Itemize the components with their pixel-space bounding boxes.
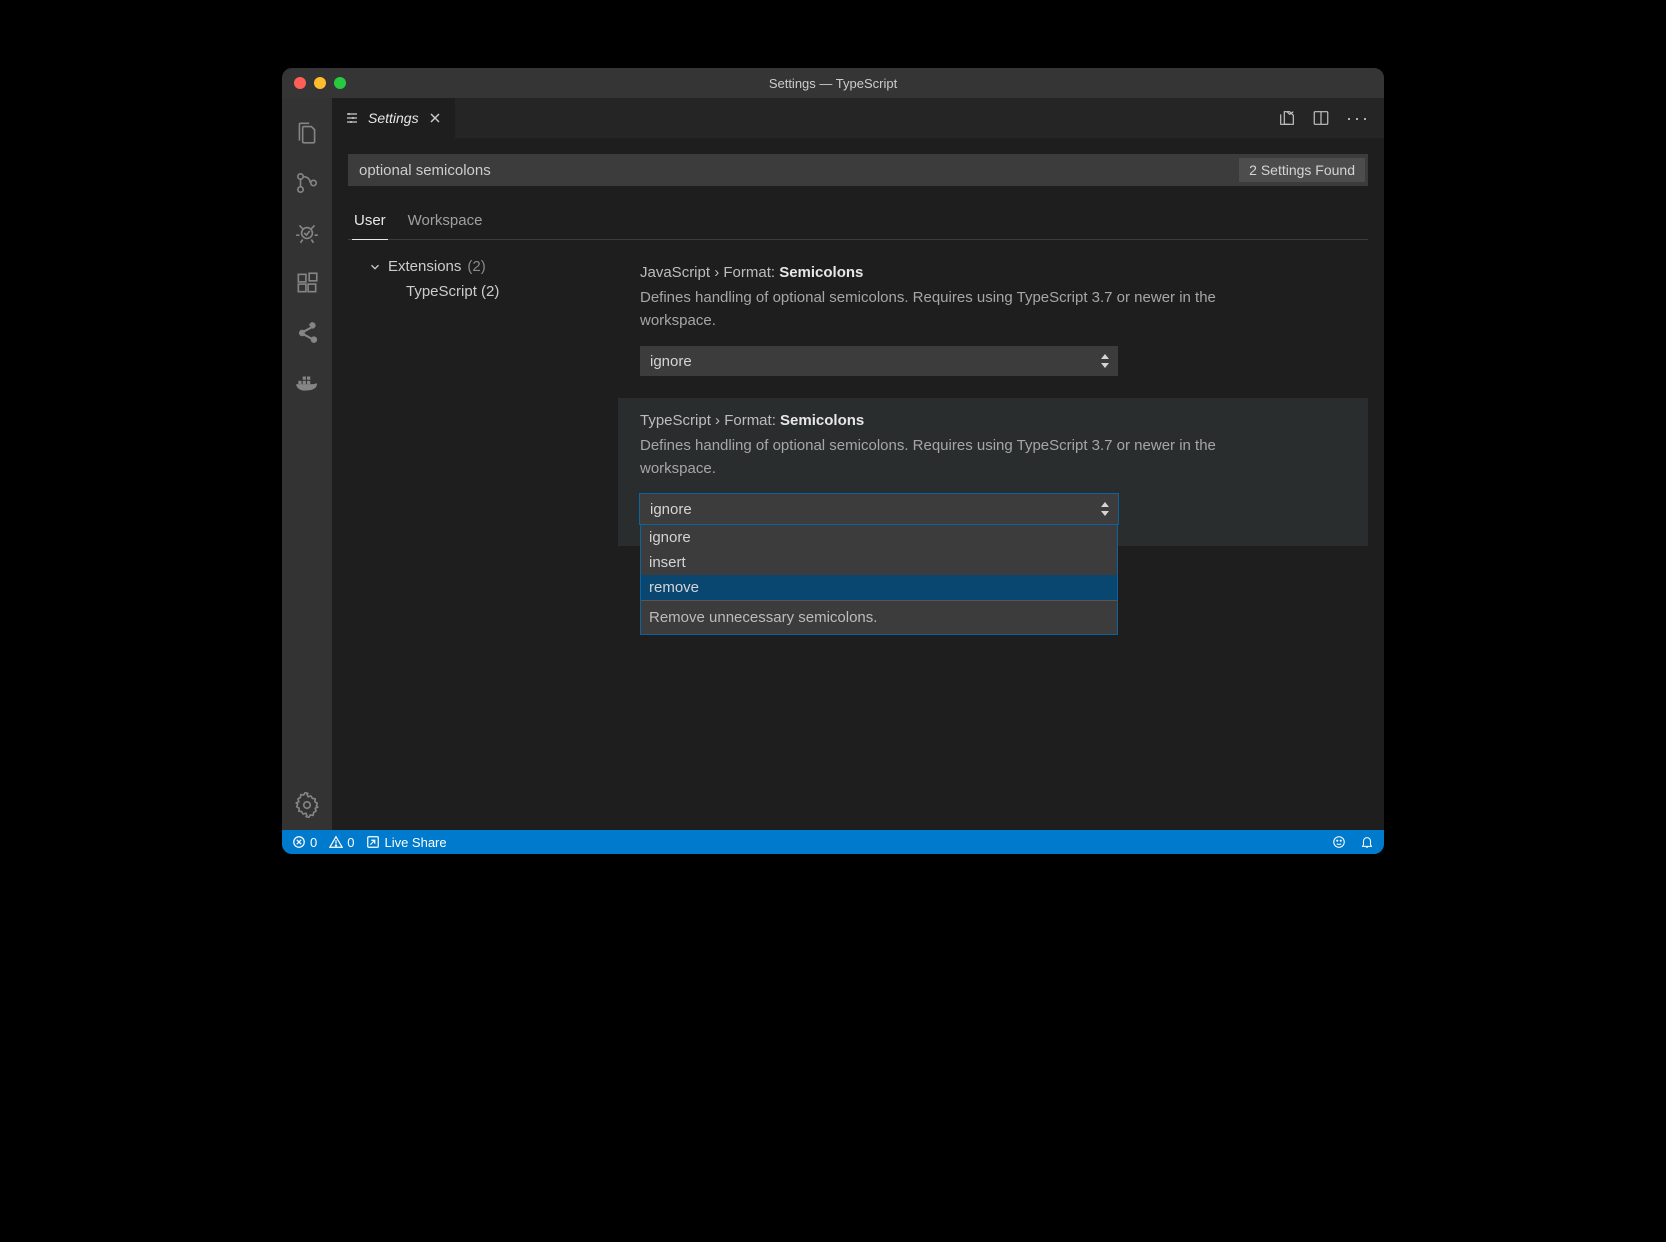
main-area: Settings ··· 2 Settings Found User Works… [282, 98, 1384, 830]
setting-value: ignore [650, 501, 692, 518]
settings-gear-icon[interactable] [282, 780, 332, 830]
close-icon[interactable] [427, 110, 443, 126]
live-share-status-icon [366, 835, 380, 849]
window-minimize-button[interactable] [314, 77, 326, 89]
settings-editor: 2 Settings Found User Workspace Extensio… [332, 138, 1384, 830]
split-editor-icon[interactable] [1312, 109, 1330, 127]
window-maximize-button[interactable] [334, 77, 346, 89]
chevron-down-icon [368, 260, 382, 274]
status-errors[interactable]: 0 [292, 835, 317, 850]
settings-columns: Extensions (2) TypeScript (2) JavaScript… [348, 240, 1368, 830]
setting-dropdown: ignore insert remove Remove unnecessary … [640, 524, 1118, 635]
setting-value: ignore [650, 353, 692, 370]
bell-icon[interactable] [1360, 835, 1374, 849]
settings-search-input[interactable] [349, 162, 1237, 179]
toc-extensions[interactable]: Extensions (2) [348, 254, 618, 279]
status-bar: 0 0 Live Share [282, 830, 1384, 854]
tab-actions: ··· [1278, 98, 1384, 138]
scope-tab-workspace[interactable]: Workspace [406, 206, 485, 239]
setting-description: Defines handling of optional semicolons.… [640, 287, 1280, 332]
live-share-icon[interactable] [282, 308, 332, 358]
status-warnings-count: 0 [347, 835, 354, 850]
select-caret-icon [1100, 502, 1110, 516]
status-live-share[interactable]: Live Share [366, 835, 446, 850]
source-control-icon[interactable] [282, 158, 332, 208]
more-actions-icon[interactable]: ··· [1346, 108, 1370, 129]
titlebar: Settings — TypeScript [282, 68, 1384, 98]
tab-label: Settings [368, 110, 419, 126]
settings-result-count: 2 Settings Found [1239, 158, 1365, 182]
setting-typescript-format-semicolons: TypeScript › Format: Semicolons Defines … [618, 398, 1368, 546]
debug-icon[interactable] [282, 208, 332, 258]
setting-select[interactable]: ignore [640, 494, 1118, 524]
select-caret-icon [1100, 354, 1110, 368]
status-warnings[interactable]: 0 [329, 835, 354, 850]
status-errors-count: 0 [310, 835, 317, 850]
settings-scope-tabs: User Workspace [348, 206, 1368, 240]
status-live-share-label: Live Share [384, 835, 446, 850]
setting-select[interactable]: ignore [640, 346, 1118, 376]
docker-icon[interactable] [282, 358, 332, 408]
toc-typescript[interactable]: TypeScript (2) [348, 279, 618, 304]
error-icon [292, 835, 306, 849]
setting-title: TypeScript › Format: Semicolons [640, 412, 1346, 429]
scope-tab-user[interactable]: User [352, 206, 388, 240]
window-close-button[interactable] [294, 77, 306, 89]
activity-bar [282, 98, 332, 830]
dropdown-hint: Remove unnecessary semicolons. [641, 601, 1117, 634]
toc-extensions-count: (2) [467, 258, 485, 275]
extensions-icon[interactable] [282, 258, 332, 308]
dropdown-option-insert[interactable]: insert [641, 550, 1117, 575]
feedback-icon[interactable] [1332, 835, 1346, 849]
setting-description: Defines handling of optional semicolons.… [640, 435, 1280, 480]
tab-settings[interactable]: Settings [332, 98, 455, 138]
setting-name: Semicolons [780, 412, 864, 429]
dropdown-option-ignore[interactable]: ignore [641, 525, 1117, 550]
settings-list: JavaScript › Format: Semicolons Defines … [618, 240, 1368, 830]
settings-search-row: 2 Settings Found [348, 154, 1368, 186]
setting-title: JavaScript › Format: Semicolons [640, 264, 1346, 281]
traffic-lights [294, 77, 346, 89]
setting-breadcrumb: TypeScript › Format: [640, 412, 780, 429]
dropdown-option-remove[interactable]: remove [641, 575, 1117, 600]
setting-name: Semicolons [779, 264, 863, 281]
setting-javascript-format-semicolons: JavaScript › Format: Semicolons Defines … [618, 250, 1368, 398]
editor-content: Settings ··· 2 Settings Found User Works… [332, 98, 1384, 830]
settings-list-icon [344, 110, 360, 126]
window-title: Settings — TypeScript [282, 76, 1384, 91]
open-settings-json-icon[interactable] [1278, 109, 1296, 127]
explorer-icon[interactable] [282, 108, 332, 158]
setting-breadcrumb: JavaScript › Format: [640, 264, 779, 281]
toc-typescript-count: (2) [481, 283, 499, 300]
toc-typescript-label: TypeScript [406, 283, 477, 300]
warning-icon [329, 835, 343, 849]
app-window: Settings — TypeScript [282, 68, 1384, 854]
tab-bar: Settings ··· [332, 98, 1384, 138]
settings-toc: Extensions (2) TypeScript (2) [348, 240, 618, 830]
toc-extensions-label: Extensions [388, 258, 461, 275]
